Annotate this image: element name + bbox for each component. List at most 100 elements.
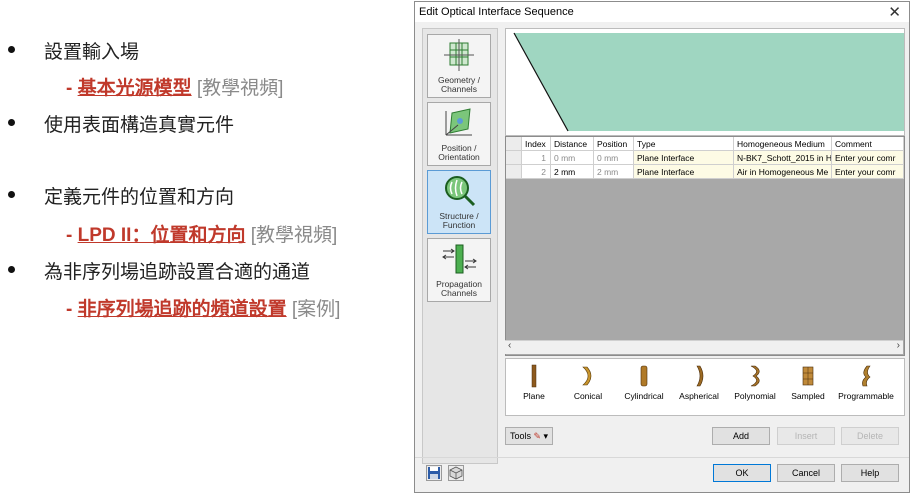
palette-label: Aspherical	[679, 391, 719, 401]
interface-table: Index Distance Position Type Homogeneous…	[505, 136, 905, 356]
cell-type[interactable]: Plane Interface	[634, 165, 734, 179]
tools-dropdown-button[interactable]: Tools ✎ ▾	[505, 427, 553, 445]
cylindrical-surface-icon	[640, 365, 648, 387]
table-horizontal-scrollbar[interactable]: ‹ ›	[505, 340, 903, 354]
palette-label: Cylindrical	[624, 391, 664, 401]
sub-tag: [教學視頻]	[196, 78, 284, 99]
col-medium[interactable]: Homogeneous Medium	[734, 137, 832, 151]
palette-programmable[interactable]: Programmable	[836, 363, 896, 401]
cell-comment[interactable]: Enter your comr	[832, 151, 904, 165]
bullet-dot	[8, 191, 15, 198]
cell-index: 2	[522, 165, 551, 179]
nav-label: Structure / Function	[439, 211, 479, 230]
bullet-dot	[8, 46, 15, 53]
dialog-title: Edit Optical Interface Sequence	[419, 6, 574, 18]
geometry-grid-icon	[444, 39, 474, 71]
nav-panel: Geometry / Channels Position / Orientation	[422, 28, 498, 464]
palette-aspherical[interactable]: Aspherical	[676, 363, 722, 401]
catalog-icon[interactable]	[448, 465, 464, 481]
col-distance[interactable]: Distance	[551, 137, 594, 151]
col-type[interactable]: Type	[634, 137, 734, 151]
cell-distance[interactable]: 2 mm	[551, 165, 594, 179]
sub-item: - LPD II：位置和方向 [教學視頻]	[66, 220, 337, 247]
nav-label: Propagation Channels	[436, 279, 482, 298]
cell-distance[interactable]: 0 mm	[551, 151, 594, 165]
polynomial-surface-icon	[750, 365, 760, 387]
dialog-titlebar[interactable]: Edit Optical Interface Sequence ✕	[415, 2, 909, 22]
palette-sampled[interactable]: Sampled	[788, 363, 828, 401]
row-selector[interactable]	[506, 165, 522, 179]
sequence-preview	[505, 28, 905, 136]
row-header-corner	[506, 137, 522, 151]
aspherical-surface-icon	[696, 365, 704, 387]
nav-label: Position / Orientation	[438, 143, 480, 162]
close-icon[interactable]: ✕	[888, 3, 901, 21]
surface-palette: Plane Conical Cylindrical Aspherical Pol…	[505, 358, 905, 416]
insert-button[interactable]: Insert	[777, 427, 835, 445]
help-button[interactable]: Help	[841, 464, 899, 482]
delete-button[interactable]: Delete	[841, 427, 899, 445]
bullet-text: 為非序列場追跡設置合適的通道	[44, 262, 311, 283]
preview-graphic	[513, 32, 904, 132]
link-basic-source-model[interactable]: 基本光源模型	[78, 78, 192, 99]
tools-icon: ✎	[533, 431, 542, 441]
save-icon[interactable]	[426, 465, 442, 481]
link-lpd-position-orientation[interactable]: LPD II：位置和方向	[78, 225, 246, 246]
sub-tag: [案例]	[291, 299, 341, 320]
nav-geometry-channels[interactable]: Geometry / Channels	[427, 34, 491, 98]
bullet-text: 設置輸入場	[44, 42, 140, 63]
nav-structure-function[interactable]: Structure / Function	[427, 170, 491, 234]
programmable-surface-icon	[862, 365, 871, 387]
col-comment[interactable]: Comment	[832, 137, 904, 151]
palette-cylindrical[interactable]: Cylindrical	[620, 363, 668, 401]
palette-conical[interactable]: Conical	[568, 363, 608, 401]
palette-plane[interactable]: Plane	[514, 363, 554, 401]
bullet-text: 使用表面構造真實元件	[44, 115, 235, 136]
sub-dash: -	[66, 299, 73, 320]
palette-polynomial[interactable]: Polynomial	[732, 363, 778, 401]
sub-dash: -	[66, 225, 73, 246]
bullet-text: 定義元件的位置和方向	[44, 187, 235, 208]
col-index[interactable]: Index	[522, 137, 551, 151]
slide-text-panel: 設置輸入場 - 基本光源模型 [教學視頻] 使用表面構造真實元件 定義元件的位置…	[0, 0, 410, 499]
palette-label: Sampled	[791, 391, 825, 401]
plane-surface-icon	[531, 364, 537, 388]
cell-index: 1	[522, 151, 551, 165]
link-channel-setting[interactable]: 非序列場追跡的頻道設置	[78, 299, 287, 320]
sampled-surface-icon	[802, 366, 814, 386]
cell-medium[interactable]: N-BK7_Schott_2015 in H	[734, 151, 832, 165]
sub-dash: -	[66, 78, 73, 99]
magnifier-structure-icon	[445, 176, 476, 207]
nav-position-orientation[interactable]: Position / Orientation	[427, 102, 491, 166]
col-position[interactable]: Position	[594, 137, 634, 151]
nav-label: Geometry / Channels	[437, 75, 481, 94]
propagation-channels-icon	[442, 244, 477, 274]
cell-position: 0 mm	[594, 151, 634, 165]
bullet-dot	[8, 266, 15, 273]
nav-propagation-channels[interactable]: Propagation Channels	[427, 238, 491, 302]
row-selector[interactable]	[506, 151, 522, 165]
cube-catalog-icon	[449, 466, 463, 480]
edit-optical-interface-dialog: Edit Optical Interface Sequence ✕ Geomet…	[414, 1, 910, 493]
scroll-left-icon[interactable]: ‹	[508, 340, 511, 351]
palette-label: Programmable	[838, 391, 894, 401]
add-button[interactable]: Add	[712, 427, 770, 445]
cell-medium[interactable]: Air in Homogeneous Me	[734, 165, 832, 179]
sub-tag: [教學視頻]	[250, 225, 338, 246]
ok-button[interactable]: OK	[713, 464, 771, 482]
floppy-disk-icon	[428, 467, 440, 479]
palette-label: Conical	[573, 391, 603, 401]
sub-item: - 基本光源模型 [教學視頻]	[66, 73, 283, 100]
tools-label: Tools	[509, 431, 531, 441]
palette-label: Plane	[523, 391, 545, 401]
bullet-dot	[8, 119, 15, 126]
cell-comment[interactable]: Enter your comr	[832, 165, 904, 179]
chevron-down-icon: ▾	[543, 431, 549, 441]
scroll-right-icon[interactable]: ›	[897, 340, 900, 351]
footer-divider	[415, 457, 909, 458]
position-orientation-icon	[445, 108, 472, 136]
sub-item: - 非序列場追跡的頻道設置 [案例]	[66, 294, 340, 321]
cancel-button[interactable]: Cancel	[777, 464, 835, 482]
cell-type[interactable]: Plane Interface	[634, 151, 734, 165]
cell-position: 2 mm	[594, 165, 634, 179]
